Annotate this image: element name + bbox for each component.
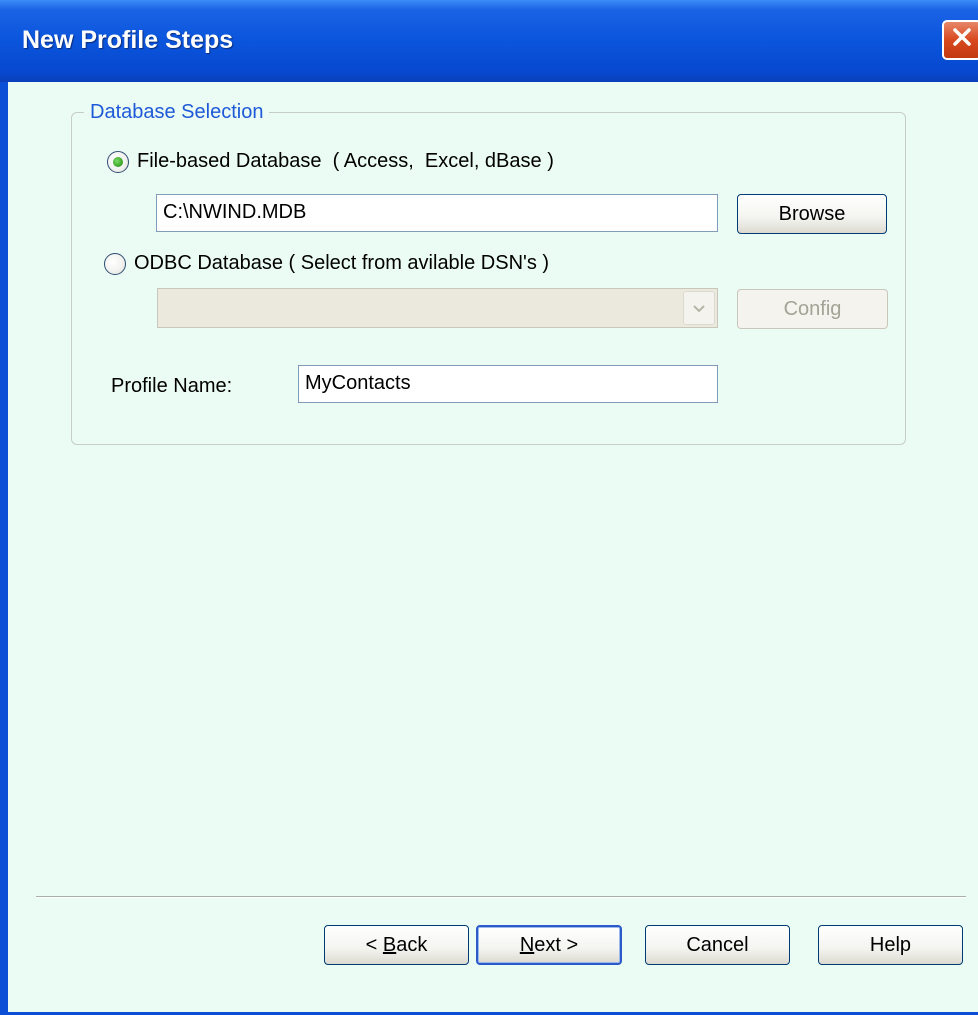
radio-odbc-label: ODBC Database ( Select from avilable DSN…	[134, 252, 550, 274]
dsn-dropdown-button[interactable]	[683, 291, 715, 325]
group-legend: Database Selection	[84, 101, 270, 124]
close-button[interactable]	[942, 20, 978, 60]
radio-odbc-indicator[interactable]	[104, 252, 126, 275]
back-button[interactable]: < Back	[324, 925, 469, 965]
close-icon	[949, 24, 975, 56]
cancel-button[interactable]: Cancel	[645, 925, 790, 965]
file-path-input[interactable]: C:\NWIND.MDB	[156, 194, 718, 232]
next-accelerator: N	[519, 933, 535, 956]
radio-selected-dot	[113, 156, 123, 167]
back-button-rest: ack	[396, 933, 428, 956]
radio-file-based-indicator[interactable]	[107, 150, 129, 173]
back-accelerator: B	[382, 933, 397, 956]
next-button[interactable]: Next >	[476, 925, 622, 965]
window-border-left	[0, 82, 8, 1015]
radio-odbc[interactable]: ODBC Database ( Select from avilable DSN…	[104, 252, 549, 275]
profile-name-label: Profile Name:	[111, 375, 233, 397]
config-button[interactable]: Config	[737, 289, 888, 329]
back-button-prefix: <	[365, 933, 383, 956]
help-button[interactable]: Help	[818, 925, 963, 965]
footer-separator	[36, 896, 966, 898]
dsn-select[interactable]	[157, 288, 718, 328]
window-title: New Profile Steps	[22, 26, 234, 54]
radio-file-based[interactable]: File-based Database ( Access, Excel, dBa…	[107, 150, 554, 173]
chevron-down-icon	[692, 297, 706, 320]
next-button-rest: ext >	[534, 933, 579, 956]
radio-file-based-label: File-based Database ( Access, Excel, dBa…	[137, 150, 554, 172]
browse-button[interactable]: Browse	[737, 194, 887, 234]
title-bar[interactable]: New Profile Steps	[0, 0, 978, 82]
profile-name-input[interactable]: MyContacts	[298, 365, 718, 403]
